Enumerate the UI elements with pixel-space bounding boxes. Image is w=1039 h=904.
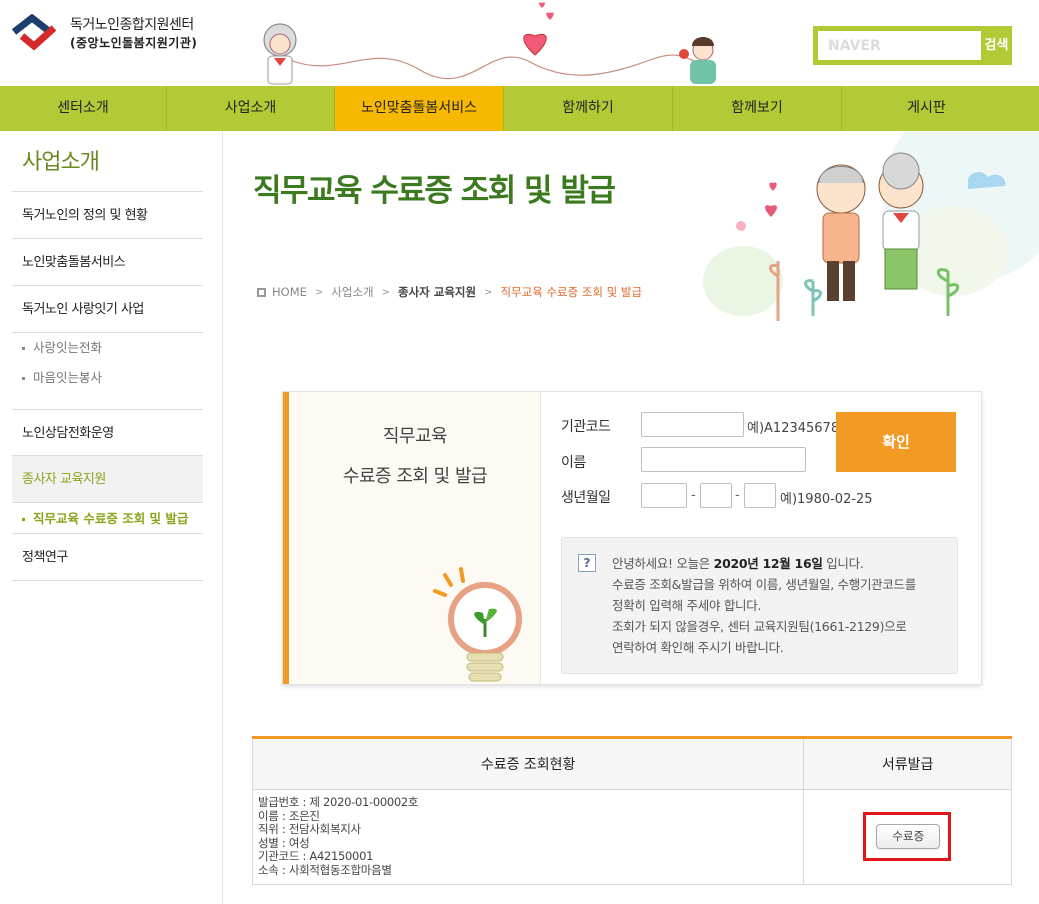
home-icon (257, 287, 266, 297)
site-header: 독거노인종합지원센터 (중앙노인돌봄지원기관) 검색 (0, 0, 1039, 86)
birth-separator: - (691, 488, 696, 503)
sidebar-subitem-certificate[interactable]: 직무교육 수료증 조회 및 발급 (12, 503, 203, 534)
page-title: 직무교육 수료증 조회 및 발급 (253, 173, 616, 209)
birth-separator: - (735, 488, 740, 503)
notice-greeting-end: 입니다. (822, 556, 864, 571)
confirm-button[interactable]: 확인 (836, 412, 956, 472)
sidebar-item-policy-research[interactable]: 정책연구 (12, 534, 203, 581)
sidebar-subitem-volunteer[interactable]: 마음잇는봉사 (12, 363, 203, 393)
logo-title: 독거노인종합지원센터 (70, 17, 194, 33)
sidebar-subitem-label: 사랑잇는전화 (33, 340, 103, 355)
notice-line: 정확히 입력해 주세야 합니다. (612, 598, 762, 613)
nav-item-business[interactable]: 사업소개 (167, 86, 335, 131)
org-code-label: 기관코드 (561, 419, 611, 435)
results-table: 수료증 조회현황 서류발급 발급번호 : 제 2020-01-00002호 이름… (251, 736, 1012, 885)
name-label: 이름 (561, 455, 586, 471)
sidebar-subgroup-love-connect: 사랑잇는전화 마음잇는봉사 (12, 333, 203, 409)
logo-subtitle: (중앙노인돌봄지원기관) (70, 36, 198, 50)
table-header-row: 수료증 조회현황 서류발급 (251, 737, 1012, 790)
birth-day-input[interactable] (744, 483, 776, 508)
issue-cell: 수료증 (803, 789, 1012, 885)
sidebar-item-definition[interactable]: 독거노인의 정의 및 현황 (12, 192, 203, 239)
table-row: 발급번호 : 제 2020-01-00002호 이름 : 조은진 직위 : 전담… (251, 789, 1012, 885)
logo-icon (12, 14, 57, 50)
sidebar-item-love-connect[interactable]: 독거노인 사랑잇기 사업 (12, 286, 203, 333)
bullet-icon (22, 347, 25, 350)
org-code-input[interactable] (641, 412, 744, 437)
bullet-icon (22, 518, 25, 521)
lightbulb-icon (433, 567, 522, 682)
issue-number: 발급번호 : 제 2020-01-00002호 (258, 795, 419, 809)
nav-item-view[interactable]: 함께보기 (673, 86, 842, 131)
form-intro-title1: 직무교육 (382, 426, 448, 447)
birthdate-hint: 예)1980-02-25 (780, 492, 873, 507)
site-logo[interactable]: 독거노인종합지원센터 (중앙노인돌봄지원기관) (12, 14, 202, 54)
certificate-info: 발급번호 : 제 2020-01-00002호 이름 : 조은진 직위 : 전담… (251, 789, 805, 885)
person-name: 이름 : 조은진 (258, 808, 320, 823)
sidebar-title: 사업소개 (12, 131, 203, 192)
search-input[interactable] (818, 31, 981, 60)
nav-item-center[interactable]: 센터소개 (0, 86, 167, 131)
form-intro-panel: 직무교육 수료증 조회 및 발급 (283, 392, 541, 684)
notice-line: 안녕하세요! 오늘은 2020년 12월 16일 입니다. (612, 553, 916, 574)
notice-line: 연락하여 확인해 주시기 바랍니다. (612, 640, 784, 655)
form-intro-title2: 수료증 조회 및 발급 (342, 466, 488, 487)
certificate-lookup-form: 직무교육 수료증 조회 및 발급 기관코드 예)A12345678 이름 생년월… (282, 391, 982, 685)
sidebar-item-staff-education[interactable]: 종사자 교육지원 (12, 456, 203, 503)
bullet-icon (22, 377, 25, 380)
search-box: 검색 (813, 26, 1012, 65)
chevron-right-icon: > (484, 286, 493, 298)
main-nav: 센터소개 사업소개 노인맞춤돌봄서비스 함께하기 함께보기 게시판 (0, 86, 1039, 131)
person-position: 직위 : 전담사회복지사 (258, 822, 361, 836)
person-affiliation: 소속 : 사회적협동조합마음별 (258, 862, 392, 877)
nav-item-board[interactable]: 게시판 (842, 86, 1011, 131)
col-header-issue: 서류발급 (803, 737, 1012, 790)
nav-item-together[interactable]: 함께하기 (504, 86, 673, 131)
breadcrumb-home[interactable]: HOME (272, 285, 307, 299)
breadcrumb: HOME > 사업소개 > 종사자 교육지원 > 직무교육 수료증 조회 및 발… (257, 284, 642, 300)
sidebar-item-counseling[interactable]: 노인상담전화운영 (12, 409, 203, 456)
notice-greeting: 안녕하세요! 오늘은 (612, 556, 714, 571)
highlight-box: 수료증 (863, 812, 952, 861)
header-illustration (263, 2, 716, 85)
sidebar-subitem-label: 직무교육 수료증 조회 및 발급 (33, 511, 189, 526)
breadcrumb-business[interactable]: 사업소개 (331, 284, 373, 300)
person-gender: 성별 : 여성 (258, 835, 310, 850)
notice-line: 조회가 되지 않을경우, 센터 교육지원팀(1661-2129)으로 (612, 619, 907, 634)
search-button[interactable]: 검색 (981, 31, 1012, 60)
name-input[interactable] (641, 447, 806, 472)
sidebar-subitem-phone[interactable]: 사랑잇는전화 (12, 333, 203, 363)
sidebar: 사업소개 독거노인의 정의 및 현황 노인맞춤돌봄서비스 독거노인 사랑잇기 사… (12, 131, 203, 581)
birthdate-label: 생년월일 (561, 490, 611, 506)
nav-item-care-service[interactable]: 노인맞춤돌봄서비스 (335, 86, 504, 131)
notice-text: 안녕하세요! 오늘은 2020년 12월 16일 입니다. 수료증 조회&발급을… (612, 553, 916, 658)
sidebar-subitem-label: 마음잇는봉사 (33, 370, 103, 385)
banner-illustration (223, 131, 1039, 340)
chevron-right-icon: > (314, 286, 324, 298)
birth-month-input[interactable] (700, 483, 732, 508)
question-icon: ? (578, 554, 596, 572)
breadcrumb-staff-education[interactable]: 종사자 교육지원 (398, 284, 476, 300)
today-date: 2020년 12월 16일 (713, 556, 823, 571)
breadcrumb-current: 직무교육 수료증 조회 및 발급 (500, 285, 643, 299)
page-banner: 직무교육 수료증 조회 및 발급 HOME > 사업소개 > 종사자 교육지원 … (223, 131, 1039, 340)
sidebar-item-care-service[interactable]: 노인맞춤돌봄서비스 (12, 239, 203, 286)
org-code-hint: 예)A12345678 (747, 421, 840, 436)
col-header-status: 수료증 조회현황 (251, 737, 805, 790)
birth-year-input[interactable] (641, 483, 687, 508)
notice-line: 수료증 조회&발급을 위하여 이름, 생년월일, 수행기관코드를 (612, 577, 916, 592)
notice-box: ? 안녕하세요! 오늘은 2020년 12월 16일 입니다. 수료증 조회&발… (561, 537, 958, 674)
certificate-issue-button[interactable]: 수료증 (876, 824, 941, 849)
person-org-code: 기관코드 : A42150001 (258, 849, 374, 863)
chevron-right-icon: > (381, 286, 390, 298)
